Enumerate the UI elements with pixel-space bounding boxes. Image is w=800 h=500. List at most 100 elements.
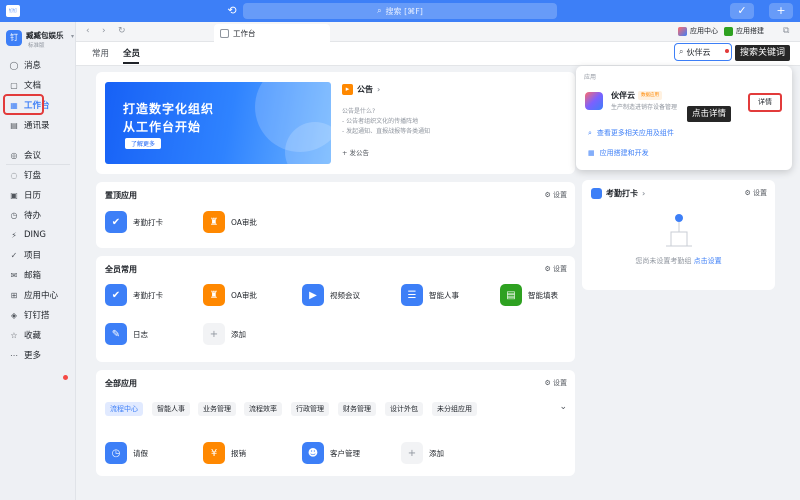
huobanyun-app-icon[interactable] bbox=[585, 92, 603, 110]
pinned-settings-button[interactable]: ⚙ 设置 bbox=[544, 190, 567, 200]
sidebar-item-label: 文档 bbox=[24, 81, 42, 91]
open-window-icon[interactable]: ⧉ bbox=[783, 26, 789, 36]
apps-icon: ⊞ bbox=[10, 290, 18, 300]
sidebar-item-project[interactable]: ✓ 项目 bbox=[6, 246, 72, 264]
expand-icon[interactable]: ⌄ bbox=[559, 402, 567, 412]
app-oa-approval[interactable]: ♜ OA审批 bbox=[203, 211, 257, 233]
chip-admin[interactable]: 行政管理 bbox=[291, 402, 329, 416]
chip-process-center[interactable]: 流程中心 bbox=[105, 402, 143, 416]
learn-more-button[interactable]: 了解更多 bbox=[125, 138, 162, 149]
app-leave[interactable]: ◷ 请假 bbox=[105, 442, 148, 464]
sidebar-item-calendar[interactable]: ▣ 日历 bbox=[6, 186, 72, 204]
add-button[interactable]: + bbox=[769, 3, 793, 19]
annotation-marker bbox=[725, 49, 729, 53]
chevron-down-icon: ▾ bbox=[71, 33, 75, 40]
org-avatar: 钉 bbox=[6, 30, 22, 46]
app-reimburse[interactable]: ¥ 报销 bbox=[203, 442, 246, 464]
app-label: 客户管理 bbox=[330, 448, 360, 458]
search-results-dropdown: 应用 伙伴云 数据应用 生产制造进销存设备管理 ⌕ 查看更多相关应用及组件 ▦ … bbox=[576, 66, 792, 170]
history-icon[interactable]: ⟲ bbox=[225, 4, 239, 18]
sidebar-item-label: 更多 bbox=[24, 351, 42, 361]
sidebar-item-more[interactable]: ⋯ 更多 bbox=[6, 346, 72, 364]
check-in-icon bbox=[591, 188, 602, 199]
chip-finance[interactable]: 财务管理 bbox=[338, 402, 376, 416]
add-app-button[interactable]: + 添加 bbox=[401, 442, 444, 464]
result-app-description: 生产制造进销存设备管理 bbox=[611, 104, 678, 111]
result-app-name[interactable]: 伙伴云 bbox=[611, 90, 635, 101]
app-customer[interactable]: ☻ 客户管理 bbox=[302, 442, 360, 464]
settings-label: 设置 bbox=[553, 265, 567, 273]
app-build-label: 应用搭建 bbox=[736, 27, 764, 35]
edit-button[interactable]: ✓ bbox=[730, 3, 754, 19]
post-announcement-button[interactable]: + 发公告 bbox=[342, 147, 369, 157]
sidebar-item-app-center[interactable]: ⊞ 应用中心 bbox=[6, 286, 72, 304]
app-label: 日志 bbox=[133, 329, 148, 339]
tab-all-staff[interactable]: 全员 bbox=[123, 47, 140, 59]
sidebar-item-contacts[interactable]: ▤ 通讯录 bbox=[6, 116, 72, 134]
grid-icon: ▦ bbox=[588, 149, 595, 157]
app-label: 添加 bbox=[429, 448, 444, 458]
sidebar-item-mail[interactable]: ✉ 邮箱 bbox=[6, 266, 72, 284]
app-smart-form[interactable]: ▤ 智能填表 bbox=[500, 284, 558, 306]
sidebar-item-label: 通讯录 bbox=[24, 121, 50, 131]
tab-workbench[interactable]: 工作台 bbox=[214, 24, 330, 42]
workbench-tab-icon bbox=[220, 28, 229, 38]
attendance-setup-link[interactable]: 点击设置 bbox=[694, 257, 722, 265]
sidebar-item-favorites[interactable]: ☆ 收藏 bbox=[6, 326, 72, 344]
add-app-button[interactable]: + 添加 bbox=[203, 323, 246, 345]
app-video-meeting[interactable]: ▶ 视频会议 bbox=[302, 284, 360, 306]
app-attendance[interactable]: ✔ 考勤打卡 bbox=[105, 211, 163, 233]
tab-workbench-label: 工作台 bbox=[233, 28, 256, 38]
app-attendance[interactable]: ✔ 考勤打卡 bbox=[105, 284, 163, 306]
tab-common[interactable]: 常用 bbox=[92, 47, 109, 59]
megaphone-icon: ▸ bbox=[342, 84, 353, 95]
chip-smart-hr[interactable]: 智能人事 bbox=[152, 402, 190, 416]
all-apps-settings-button[interactable]: ⚙ 设置 bbox=[544, 378, 567, 388]
chip-ungrouped[interactable]: 未分组应用 bbox=[432, 402, 477, 416]
sidebar-item-todo[interactable]: ◷ 待办 bbox=[6, 206, 72, 224]
sidebar-item-messages[interactable]: ◯ 消息 bbox=[6, 56, 72, 74]
app-smart-hr[interactable]: ☰ 智能人事 bbox=[401, 284, 459, 306]
attendance-empty-message: 您尚未设置考勤组 点击设置 bbox=[582, 256, 775, 266]
back-icon[interactable]: ‹ bbox=[86, 26, 90, 36]
attendance-card-header[interactable]: 考勤打卡 › bbox=[591, 188, 645, 199]
detail-button[interactable]: 详情 bbox=[748, 93, 782, 112]
app-log[interactable]: ✎ 日志 bbox=[105, 323, 148, 345]
org-switcher[interactable]: 钉 臧臧包娱乐 标准版 ▾ bbox=[4, 27, 74, 49]
plus-icon: + bbox=[401, 442, 423, 464]
sidebar-item-meeting[interactable]: ◎ 会议 bbox=[6, 146, 72, 164]
common-apps-title: 全员常用 bbox=[105, 265, 137, 274]
chip-design-outsourcing[interactable]: 设计外包 bbox=[385, 402, 423, 416]
announcement-header[interactable]: ▸ 公告 › bbox=[342, 84, 380, 95]
attendance-card: 考勤打卡 › ⚙ 设置 您尚未设置考勤组 点击设置 bbox=[582, 180, 775, 290]
check-in-icon: ✔ bbox=[105, 284, 127, 306]
global-search-input[interactable]: ⌕ 搜索 [⌘F] bbox=[243, 3, 557, 19]
announcement-line: - 公告者组织文化的传播阵地 bbox=[342, 118, 419, 125]
attendance-settings-button[interactable]: ⚙ 设置 bbox=[744, 188, 767, 198]
search-value: 伙伴云 bbox=[686, 47, 711, 57]
notification-dot bbox=[63, 375, 68, 380]
app-center-button[interactable]: 应用中心 bbox=[678, 26, 718, 36]
chip-process-efficiency[interactable]: 流程效率 bbox=[244, 402, 282, 416]
app-build-dev-link[interactable]: ▦ 应用搭建和开发 bbox=[588, 148, 649, 158]
sidebar-item-drive[interactable]: ◌ 钉盘 bbox=[6, 166, 72, 184]
promo-banner[interactable]: 打造数字化组织 从工作台开始 了解更多 bbox=[105, 82, 331, 164]
common-settings-button[interactable]: ⚙ 设置 bbox=[544, 264, 567, 274]
app-build-button[interactable]: 应用搭建 bbox=[724, 26, 764, 36]
common-apps-card: 全员常用 ⚙ 设置 ✔ 考勤打卡 ♜ OA审批 ▶ 视频会议 ☰ 智能人事 ▤ 智能填表 … bbox=[96, 256, 575, 362]
banner-card: 打造数字化组织 从工作台开始 了解更多 ▸ 公告 › 公告是什么? - 公告者组… bbox=[96, 72, 575, 174]
sidebar-item-docs[interactable]: ▢ 文档 bbox=[6, 76, 72, 94]
forward-icon[interactable]: › bbox=[102, 26, 106, 36]
announcement-title: 公告 bbox=[357, 85, 373, 94]
view-more-link[interactable]: ⌕ 查看更多相关应用及组件 bbox=[588, 128, 674, 138]
cloud-icon: ◌ bbox=[10, 170, 18, 180]
workbench-search-input[interactable]: ⌕ 伙伴云 bbox=[674, 43, 732, 61]
sidebar-item-label: 会议 bbox=[24, 151, 42, 161]
sidebar-item-dingda[interactable]: ◈ 钉钉搭 bbox=[6, 306, 72, 324]
sidebar-item-ding[interactable]: ⚡ DING bbox=[6, 226, 72, 244]
global-search-placeholder: 搜索 [⌘F] bbox=[385, 6, 423, 16]
org-name: 臧臧包娱乐 bbox=[26, 31, 64, 40]
app-oa-approval[interactable]: ♜ OA审批 bbox=[203, 284, 257, 306]
chip-business[interactable]: 业务管理 bbox=[198, 402, 236, 416]
refresh-icon[interactable]: ↻ bbox=[118, 26, 126, 36]
